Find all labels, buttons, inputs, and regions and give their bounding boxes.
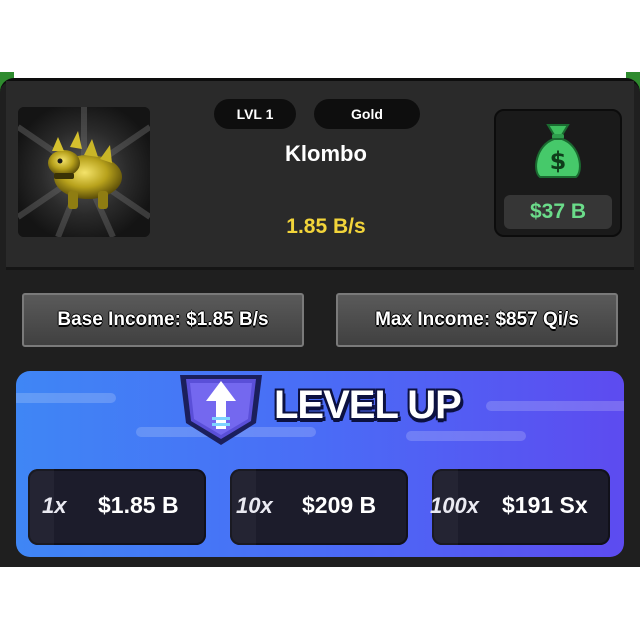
multiplier-label: 100x — [430, 493, 479, 518]
up-arrow-emblem-icon — [180, 375, 262, 445]
decorative-stripe — [486, 401, 624, 411]
rarity-pill: Gold — [314, 99, 420, 129]
cost-label: $209 B — [302, 492, 377, 518]
max-income-label: Max Income: $857 Qi/s — [336, 293, 618, 347]
level-up-title: LEVEL UP — [274, 383, 462, 427]
multiplier-label: 1x — [42, 493, 67, 518]
pet-upgrade-panel: LVL 1 Gold Klombo 1.85 B/s $ $37 B Base … — [0, 78, 640, 567]
multiplier-label: 10x — [236, 493, 273, 518]
wallet-box: $ $37 B — [494, 109, 622, 237]
base-income-label: Base Income: $1.85 B/s — [22, 293, 304, 347]
cost-label: $191 Sx — [502, 492, 588, 518]
level-up-section: LEVEL UP 1x $1.85 B 10x $209 B 100x $191… — [16, 371, 624, 557]
level-up-10x-button[interactable]: 10x $209 B — [230, 469, 408, 545]
svg-text:$: $ — [550, 147, 567, 175]
level-up-1x-button[interactable]: 1x $1.85 B — [28, 469, 206, 545]
level-pill: LVL 1 — [214, 99, 296, 129]
level-up-100x-button[interactable]: 100x $191 Sx — [430, 469, 610, 545]
wallet-value: $37 B — [529, 200, 587, 223]
decorative-stripe — [16, 393, 116, 403]
money-bag-icon: $ — [535, 124, 581, 178]
pet-image — [18, 107, 150, 237]
pet-portrait — [18, 107, 150, 237]
pet-info-section: LVL 1 Gold Klombo 1.85 B/s $ $37 B — [6, 81, 634, 270]
cost-label: $1.85 B — [98, 492, 179, 518]
pet-income-rate: 1.85 B/s — [286, 215, 366, 238]
pet-name: Klombo — [285, 141, 367, 166]
decorative-stripe — [406, 431, 526, 441]
